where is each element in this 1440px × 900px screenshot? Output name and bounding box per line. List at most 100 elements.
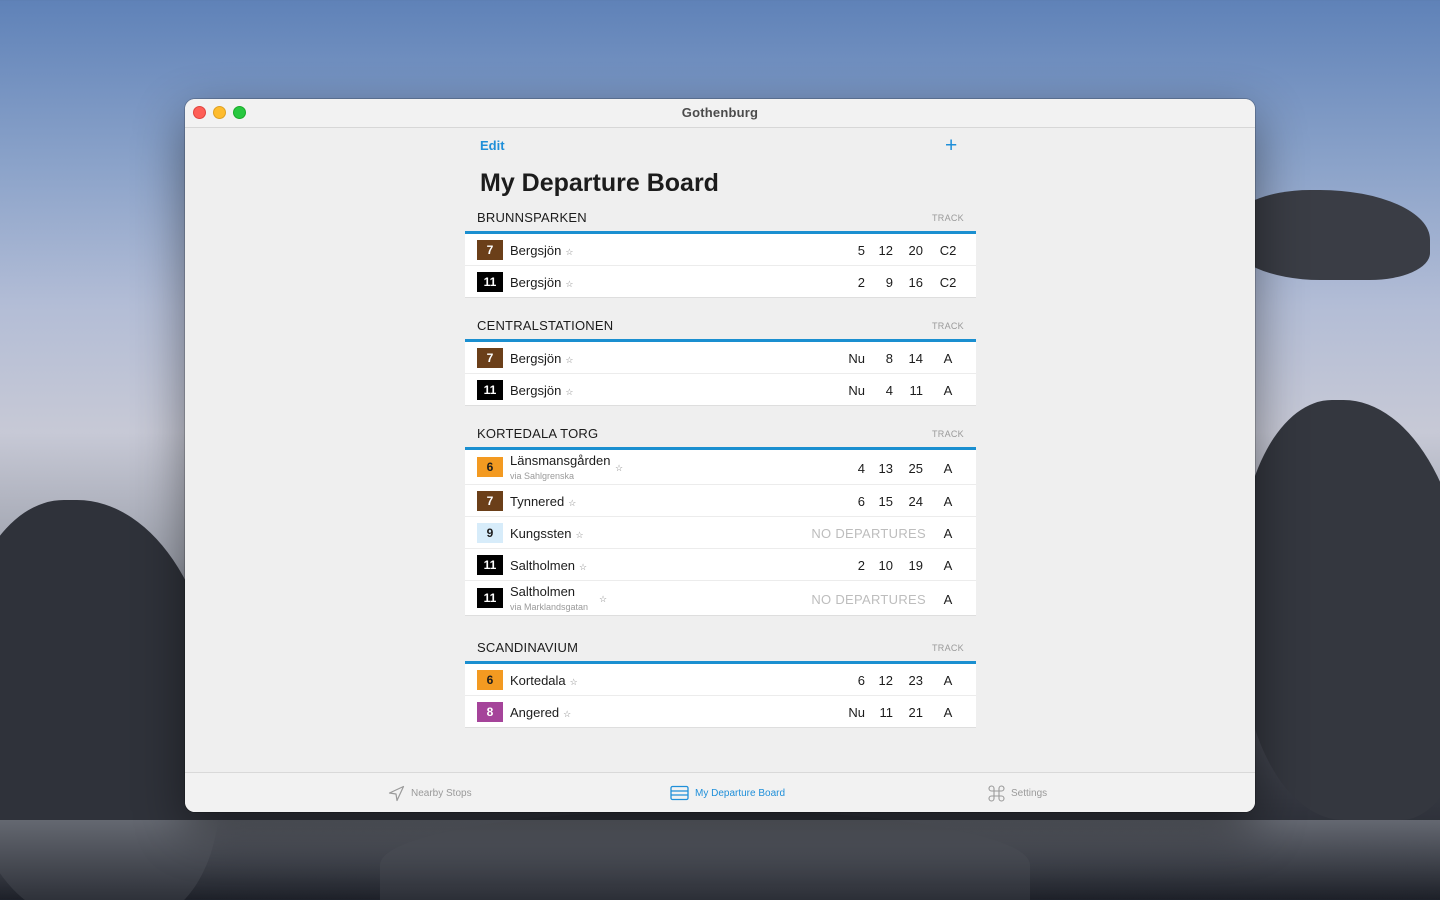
via-text: via Sahlgrenska — [510, 471, 575, 481]
departure-time: 4 — [857, 461, 865, 476]
track-value: A — [943, 705, 953, 720]
favorite-star-icon[interactable]: ☆ — [615, 463, 623, 474]
destination-name: Bergsjön — [510, 243, 562, 258]
favorite-star-icon[interactable]: ☆ — [565, 247, 573, 257]
departure-row[interactable]: 8 Angered ☆ Nu 11 21 A — [465, 696, 976, 728]
stop-section: SCANDINAVIUM TRACK 6 Kortedala ☆ 6 12 23 A 8 Anger… — [465, 636, 976, 728]
departure-time: 12 — [878, 673, 893, 688]
destination-name: Tynnered — [510, 494, 565, 509]
tab-my-departure-board[interactable]: My Departure Board — [670, 783, 785, 803]
destination-name: Kortedala — [510, 673, 566, 688]
favorite-star-icon[interactable]: ☆ — [575, 530, 583, 540]
departure-row[interactable]: 7 Tynnered ☆ 6 15 24 A — [465, 485, 976, 517]
departure-time: 2 — [857, 275, 865, 290]
tab-label: Settings — [1011, 787, 1048, 799]
departure-rows: 6 Kortedala ☆ 6 12 23 A 8 Angered ☆ Nu 11 21 A — [465, 664, 976, 728]
departure-row[interactable]: 6 Länsmansgården via Sahlgrenska ☆ 4 13 25 A — [465, 450, 976, 485]
destination-name: Bergsjön — [510, 275, 562, 290]
destination: Tynnered ☆ — [510, 494, 576, 509]
departure-time: 15 — [878, 494, 893, 509]
destination-name: Kungssten — [510, 526, 572, 541]
departure-row[interactable]: 9 Kungssten ☆ NO DEPARTURES A — [465, 517, 976, 549]
line-badge: 7 — [477, 240, 503, 260]
destination-name: Bergsjön — [510, 383, 562, 398]
favorite-star-icon[interactable]: ☆ — [565, 387, 573, 397]
section-header: CENTRALSTATIONEN TRACK — [465, 314, 976, 342]
departure-row[interactable]: 11 Bergsjön ☆ Nu 4 11 A — [465, 374, 976, 406]
favorite-star-icon[interactable]: ☆ — [563, 709, 571, 719]
departure-time: 13 — [878, 461, 893, 476]
track-column-header: TRACK — [931, 643, 964, 653]
track-value: A — [943, 494, 953, 509]
destination: Bergsjön ☆ — [510, 383, 573, 398]
tab-settings[interactable]: Settings — [988, 783, 1047, 803]
background-mist — [0, 820, 1440, 900]
destination: Kortedala ☆ — [510, 673, 578, 688]
line-badge: 11 — [477, 555, 503, 575]
add-stop-button[interactable]: + — [945, 132, 957, 160]
favorite-star-icon[interactable]: ☆ — [570, 677, 578, 687]
stop-section: KORTEDALA TORG TRACK 6 Länsmansgården via Sa… — [465, 422, 976, 616]
tab-label: Nearby Stops — [411, 787, 472, 799]
line-badge: 11 — [477, 272, 503, 292]
stop-name: CENTRALSTATIONEN — [477, 318, 614, 333]
departure-time: 24 — [908, 494, 923, 509]
track-column-header: TRACK — [931, 213, 964, 223]
no-departures-text: NO DEPARTURES — [811, 592, 926, 607]
stop-name: KORTEDALA TORG — [477, 426, 599, 441]
line-badge: 8 — [477, 702, 503, 722]
departure-time: 8 — [885, 351, 893, 366]
departure-time: 20 — [908, 243, 923, 258]
destination: Saltholmen — [510, 584, 575, 599]
departure-time: Nu — [848, 351, 865, 366]
destination-name: Saltholmen — [510, 584, 576, 599]
track-value: C2 — [939, 275, 957, 290]
track-value: A — [943, 673, 953, 688]
title-bar: Gothenburg — [185, 99, 1255, 128]
destination: Bergsjön ☆ — [510, 243, 573, 258]
departure-row[interactable]: 11 Saltholmen via Marklandsgatan ☆ NO DEPART… — [465, 581, 976, 616]
departure-row[interactable]: 7 Bergsjön ☆ 5 12 20 C2 — [465, 234, 976, 266]
destination-name: Bergsjön — [510, 351, 562, 366]
destination: Saltholmen ☆ — [510, 558, 587, 573]
departure-time: 16 — [908, 275, 923, 290]
favorite-star-icon[interactable]: ☆ — [568, 498, 576, 508]
background-rock — [1230, 190, 1430, 280]
page-title: My Departure Board — [480, 169, 719, 197]
favorite-star-icon[interactable]: ☆ — [565, 355, 573, 365]
line-badge: 11 — [477, 380, 503, 400]
stop-name: SCANDINAVIUM — [477, 640, 579, 655]
track-value: A — [943, 592, 953, 607]
departure-row[interactable]: 6 Kortedala ☆ 6 12 23 A — [465, 664, 976, 696]
track-value: A — [943, 526, 953, 541]
track-value: A — [943, 461, 953, 476]
board-icon — [670, 785, 689, 801]
location-arrow-icon — [388, 785, 405, 801]
track-value: A — [943, 383, 953, 398]
edit-button[interactable]: Edit — [480, 138, 505, 153]
departure-row[interactable]: 7 Bergsjön ☆ Nu 8 14 A — [465, 342, 976, 374]
section-header: BRUNNSPARKEN TRACK — [465, 206, 976, 234]
departure-row[interactable]: 11 Saltholmen ☆ 2 10 19 A — [465, 549, 976, 581]
destination-name: Angered — [510, 705, 560, 720]
tab-label: My Departure Board — [695, 787, 786, 799]
stop-section: BRUNNSPARKEN TRACK 7 Bergsjön ☆ 5 12 20 C2 11 Berg… — [465, 206, 976, 298]
departure-time: 21 — [908, 705, 923, 720]
departure-row[interactable]: 11 Bergsjön ☆ 2 9 16 C2 — [465, 266, 976, 298]
departure-time: 23 — [908, 673, 923, 688]
departure-rows: 6 Länsmansgården via Sahlgrenska ☆ 4 13 25 A 7 Ty… — [465, 450, 976, 616]
departure-time: 19 — [908, 558, 923, 573]
stop-name: BRUNNSPARKEN — [477, 210, 587, 225]
favorite-star-icon[interactable]: ☆ — [579, 562, 587, 572]
departure-time: Nu — [848, 705, 865, 720]
favorite-star-icon[interactable]: ☆ — [565, 279, 573, 289]
favorite-star-icon[interactable]: ☆ — [599, 594, 607, 605]
departure-time: 9 — [885, 275, 893, 290]
line-badge: 9 — [477, 523, 503, 543]
tab-nearby-stops[interactable]: Nearby Stops — [388, 783, 472, 803]
departure-time: 6 — [857, 494, 865, 509]
departure-rows: 7 Bergsjön ☆ Nu 8 14 A 11 Bergsjön ☆ Nu 4 11 A — [465, 342, 976, 406]
departure-time: 10 — [878, 558, 893, 573]
no-departures-text: NO DEPARTURES — [811, 526, 926, 541]
departure-time: 6 — [857, 673, 865, 688]
